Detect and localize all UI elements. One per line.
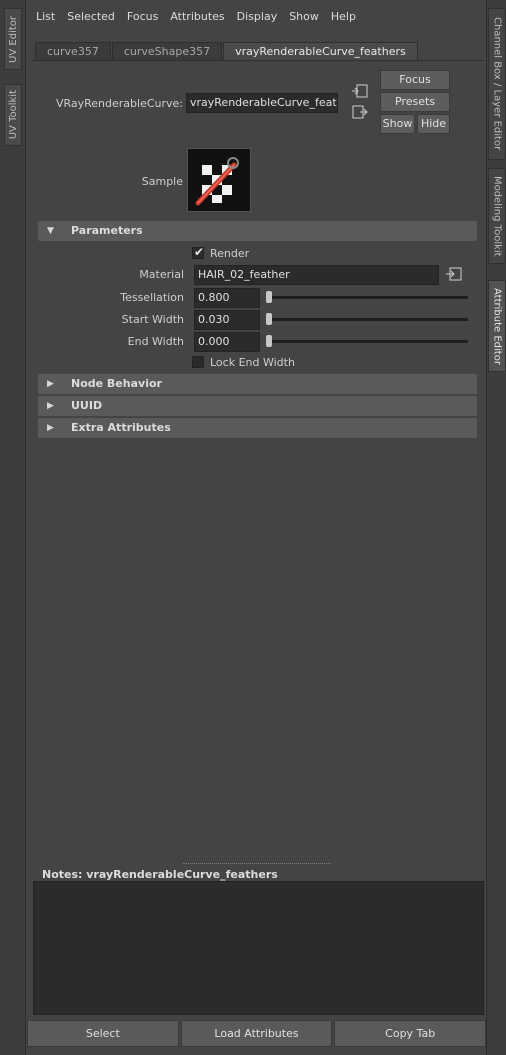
section-extra-attributes[interactable]: ▶ Extra Attributes [38,418,477,438]
material-connection-icon[interactable] [446,267,462,281]
tessellation-label: Tessellation [120,291,184,304]
select-button[interactable]: Select [27,1020,179,1047]
section-node-behavior-title: Node Behavior [71,377,162,390]
end-width-label: End Width [127,335,184,348]
attribute-editor: List Selected Focus Attributes Display S… [27,0,487,1055]
tab-channel-box-label: Channel Box / Layer Editor [491,17,503,151]
node-tabs: curve357 curveShape357 vrayRenderableCur… [35,42,419,60]
section-parameters-title: Parameters [71,224,143,237]
section-extra-attributes-title: Extra Attributes [71,421,171,434]
load-attributes-button[interactable]: Load Attributes [180,1020,333,1047]
menu-help[interactable]: Help [331,10,356,23]
node-type-label: VRayRenderableCurve: [55,97,183,110]
start-width-slider-handle[interactable] [266,313,272,325]
menu-display[interactable]: Display [237,10,278,23]
notes-splitter-handle[interactable] [183,863,331,864]
collapse-arrow-icon: ▼ [47,226,54,236]
end-width-slider-handle[interactable] [266,335,272,347]
end-width-slider[interactable] [267,340,468,343]
menu-list[interactable]: List [36,10,55,23]
section-uuid-title: UUID [71,399,103,412]
checkmark-icon: ✔ [194,245,205,259]
tab-uv-editor[interactable]: UV Editor [4,8,22,70]
material-field[interactable]: HAIR_02_feather [194,265,439,285]
expand-arrow-icon: ▶ [47,423,54,433]
tab-attribute-editor[interactable]: Attribute Editor [488,280,506,372]
material-label: Material [139,268,184,281]
menubar: List Selected Focus Attributes Display S… [27,0,486,32]
tab-modeling-toolkit[interactable]: Modeling Toolkit [488,168,506,264]
input-connection-icon[interactable] [352,84,368,98]
notes-label: Notes: vrayRenderableCurve_feathers [42,868,278,881]
node-panel: VRayRenderableCurve: vrayRenderableCurve… [31,60,484,855]
hide-button[interactable]: Hide [417,114,450,134]
tab-uv-editor-label: UV Editor [7,15,19,63]
section-node-behavior[interactable]: ▶ Node Behavior [38,374,477,394]
lock-end-width-label: Lock End Width [210,356,295,369]
show-button[interactable]: Show [380,114,415,134]
render-label: Render [210,247,250,260]
node-name-field[interactable]: vrayRenderableCurve_feathers [186,93,338,113]
tab-attribute-editor-label: Attribute Editor [491,287,503,365]
tab-channel-box-layer-editor[interactable]: Channel Box / Layer Editor [488,8,506,160]
tab-vray-renderable-curve[interactable]: vrayRenderableCurve_feathers [223,42,418,60]
start-width-label: Start Width [121,313,184,326]
menu-selected[interactable]: Selected [67,10,115,23]
expand-arrow-icon: ▶ [47,401,54,411]
end-width-field[interactable]: 0.000 [194,332,260,352]
focus-button[interactable]: Focus [380,70,450,90]
menu-focus[interactable]: Focus [127,10,158,23]
sample-swatch [187,148,251,212]
tab-modeling-toolkit-label: Modeling Toolkit [491,175,503,257]
render-checkbox[interactable]: ✔ [192,245,205,259]
menu-attributes[interactable]: Attributes [170,10,224,23]
tab-curve357[interactable]: curve357 [35,42,111,60]
lock-end-width-checkbox[interactable] [192,356,204,368]
menu-show[interactable]: Show [289,10,319,23]
tessellation-field[interactable]: 0.800 [194,288,260,308]
sample-label: Sample [141,175,183,188]
expand-arrow-icon: ▶ [47,379,54,389]
right-tab-strip: Channel Box / Layer Editor Modeling Tool… [486,0,506,1055]
output-connection-icon[interactable] [352,105,368,119]
tessellation-slider[interactable] [267,296,468,299]
notes-textarea[interactable] [33,881,484,1015]
tab-uv-toolkit-label: UV Toolkit [7,90,19,140]
start-width-field[interactable]: 0.030 [194,310,260,330]
presets-button[interactable]: Presets [380,92,450,112]
left-tab-strip: UV Editor UV Toolkit [0,0,26,1055]
bottom-button-bar: Select Load Attributes Copy Tab [27,1020,487,1047]
section-uuid[interactable]: ▶ UUID [38,396,477,416]
tab-uv-toolkit[interactable]: UV Toolkit [4,84,22,146]
tab-curveshape357[interactable]: curveShape357 [111,42,223,60]
curve-swatch-icon [188,149,250,211]
start-width-slider[interactable] [267,318,468,321]
section-parameters[interactable]: ▼ Parameters [38,221,477,241]
copy-tab-button[interactable]: Copy Tab [334,1020,487,1047]
tessellation-slider-handle[interactable] [266,291,272,303]
